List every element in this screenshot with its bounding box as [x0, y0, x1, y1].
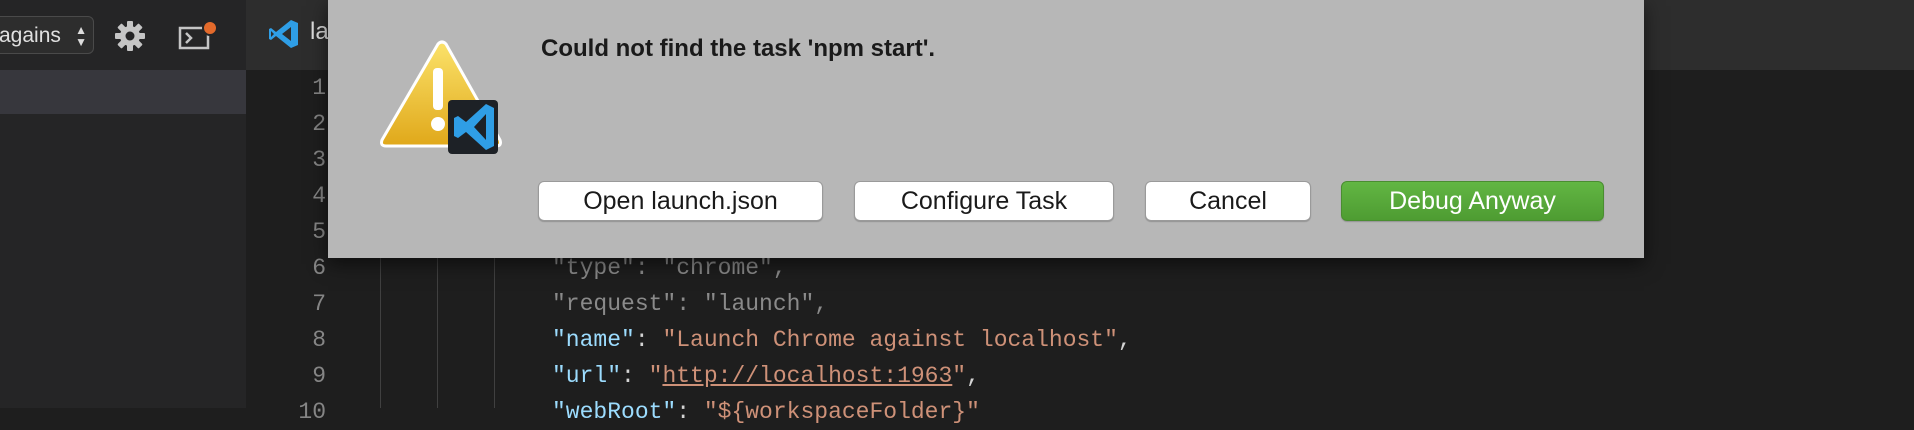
code-value: "Launch Chrome against localhost"	[662, 327, 1118, 353]
code-sep: :	[676, 291, 704, 317]
line-number: 10	[298, 399, 326, 425]
code-sep: :	[634, 327, 663, 353]
launch-config-value: agains	[0, 24, 61, 47]
debug-anyway-button[interactable]: Debug Anyway	[1341, 181, 1604, 221]
select-arrows-icon: ▲ ▼	[75, 23, 87, 49]
tab-label[interactable]: la	[310, 18, 329, 46]
dialog-message: Could not find the task 'npm start'.	[541, 35, 936, 62]
vscode-badge-icon	[448, 100, 498, 154]
debug-console-icon[interactable]	[176, 18, 220, 54]
url-link[interactable]: http://localhost:1963	[662, 363, 952, 389]
code-line-webroot: "webRoot": "${workspaceFolder}"	[552, 394, 980, 430]
code-punct: ,	[772, 255, 787, 281]
code-line-request: "request": "launch",	[552, 286, 828, 322]
code-line-name: "name": "Launch Chrome against localhost…	[552, 322, 1132, 358]
code-sep: :	[676, 399, 704, 425]
gear-icon[interactable]	[112, 18, 148, 54]
open-launch-json-button[interactable]: Open launch.json	[538, 181, 823, 221]
configure-task-button[interactable]: Configure Task	[854, 181, 1114, 221]
code-sep: :	[634, 255, 663, 281]
debug-toolbar: agains ▲ ▼	[0, 0, 246, 70]
code-sep: :	[621, 363, 649, 389]
line-number: 9	[312, 363, 326, 389]
code-key: "name"	[552, 327, 635, 353]
code-punct: ,	[1117, 327, 1132, 353]
line-number: 4	[312, 183, 326, 209]
line-number: 5	[312, 219, 326, 245]
line-number: 6	[312, 255, 326, 281]
code-key: "type"	[552, 255, 635, 281]
vscode-icon	[269, 20, 298, 48]
sidebar-selected-row[interactable]	[0, 70, 246, 114]
code-value: "${workspaceFolder}"	[703, 399, 980, 425]
cancel-button[interactable]: Cancel	[1145, 181, 1311, 221]
line-number: 7	[312, 291, 326, 317]
warning-icon	[380, 40, 502, 154]
code-key: "url"	[552, 363, 622, 389]
code-quote: "	[648, 363, 663, 389]
line-number: 1	[312, 75, 326, 101]
code-line-url: "url": "http://localhost:1963",	[552, 358, 980, 394]
launch-config-select[interactable]: agains ▲ ▼	[0, 16, 94, 54]
notification-badge	[202, 20, 218, 36]
code-value: "chrome"	[662, 255, 773, 281]
code-quote: "	[952, 363, 967, 389]
code-punct: ,	[966, 363, 980, 389]
code-key: "webRoot"	[552, 399, 677, 425]
line-number: 2	[312, 111, 326, 137]
line-number: 3	[312, 147, 326, 173]
code-key: "request"	[552, 291, 677, 317]
code-value: "launch"	[703, 291, 815, 317]
line-number: 8	[312, 327, 326, 353]
code-punct: ,	[814, 291, 829, 317]
